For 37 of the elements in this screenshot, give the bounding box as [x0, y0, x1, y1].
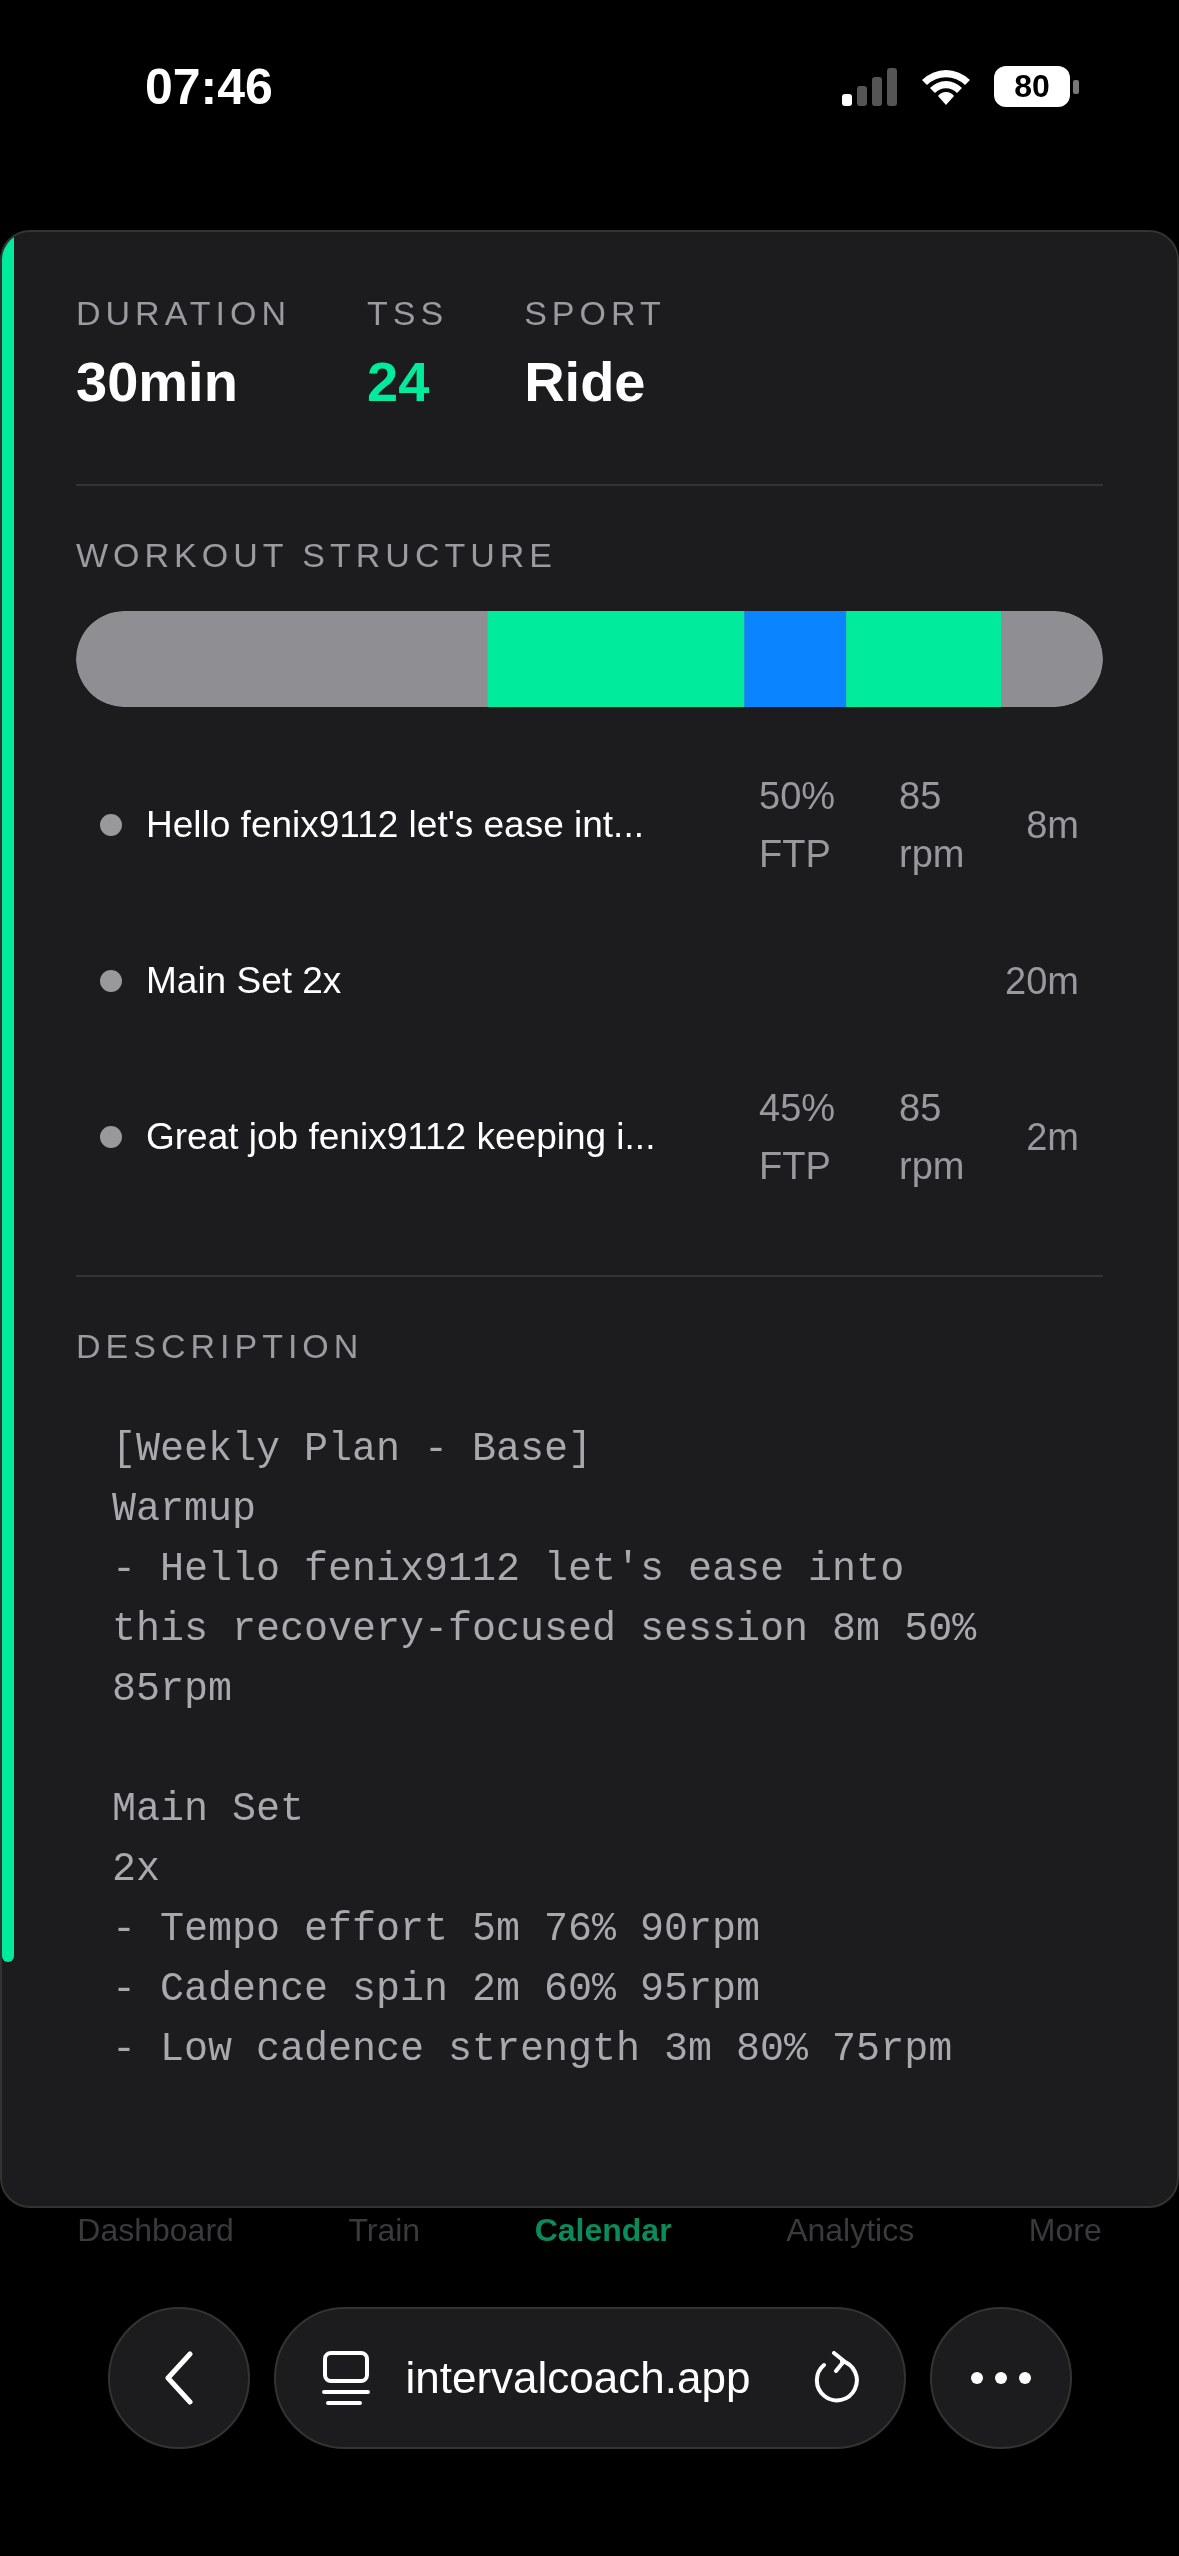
stat-value: Ride	[524, 349, 647, 414]
battery-level: 80	[994, 66, 1070, 107]
url-text: intervalcoach.app	[405, 2353, 752, 2403]
step-title: Main Set 2x	[146, 960, 343, 1002]
tab-item[interactable]: Dashboard	[77, 2212, 234, 2249]
step-duration: 2m	[1025, 1115, 1079, 1159]
signal-icon	[842, 67, 898, 106]
stat-label: TSS	[367, 294, 449, 333]
step-title: Hello fenix9112 let's ease int...	[146, 804, 645, 846]
tab-item[interactable]: More	[1028, 2212, 1102, 2249]
bullet-icon	[100, 814, 122, 836]
tab-item[interactable]: Analytics	[786, 2212, 915, 2249]
step-cadence: 85 rpm	[899, 774, 966, 877]
stat-label: DURATION	[76, 294, 292, 333]
step-duration: 8m	[1025, 803, 1079, 847]
battery-tip-icon	[1073, 79, 1079, 94]
address-bar[interactable]: intervalcoach.app	[273, 2307, 906, 2449]
step-power: 45% FTP	[759, 1086, 837, 1189]
step-duration: 20m	[1004, 959, 1079, 1003]
section-title: DESCRIPTION	[76, 1327, 365, 1366]
step-cadence: 85 rpm	[899, 1086, 966, 1189]
section-title: WORKOUT STRUCTURE	[76, 536, 559, 575]
more-icon	[969, 2371, 1032, 2385]
back-icon	[163, 2351, 194, 2405]
tabs-icon	[321, 2350, 370, 2406]
bullet-icon	[100, 1126, 122, 1148]
tab-item[interactable]: Train	[348, 2212, 421, 2249]
tab-item[interactable]: Calendar	[534, 2212, 672, 2249]
description-text: [Weekly Plan - Base] Warmup - Hello fenix9112 let's ease into this recovery-focused session 8m 50% 85rpm Main Set 2x - Tempo effort 5m 76% 90rpm - Cadence spin 2m 60% 95rpm - Low cadence strength 3m 80% 75rpm	[112, 1426, 978, 2074]
stat-label: SPORT	[524, 294, 666, 333]
bullet-icon	[100, 970, 122, 992]
wifi-icon	[920, 67, 972, 106]
stat-value: 24	[367, 349, 431, 414]
step-power: 50% FTP	[759, 774, 837, 877]
status-time: 07:46	[145, 58, 273, 116]
stat-value: 30min	[76, 349, 239, 414]
step-title: Great job fenix9112 keeping i...	[146, 1116, 657, 1158]
